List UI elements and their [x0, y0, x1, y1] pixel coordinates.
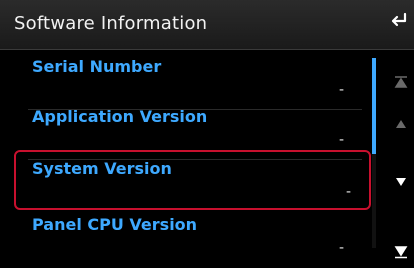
- item-label: System Version: [32, 159, 172, 178]
- list-item-system-version[interactable]: System Version -: [14, 150, 371, 210]
- scroll-bottom-button[interactable]: [390, 244, 412, 266]
- back-button[interactable]: [386, 10, 412, 36]
- scrollbar: [372, 50, 414, 259]
- list-item-panel-cpu-version[interactable]: Panel CPU Version -: [18, 208, 362, 268]
- scroll-up-icon: [394, 119, 408, 135]
- software-info-list: Serial Number - Application Version - Sy…: [0, 50, 372, 256]
- scroll-thumb[interactable]: [372, 58, 376, 154]
- scroll-down-button[interactable]: [390, 174, 412, 196]
- scroll-top-button[interactable]: [390, 74, 412, 96]
- back-arrow-icon: [389, 11, 409, 36]
- scroll-down-icon: [394, 177, 408, 193]
- item-value: -: [345, 184, 351, 200]
- item-label: Serial Number: [32, 57, 162, 76]
- header-bar: Software Information: [0, 0, 414, 50]
- item-label: Application Version: [32, 107, 208, 126]
- scroll-bottom-icon: [394, 246, 408, 263]
- item-value: -: [338, 132, 344, 148]
- item-label: Panel CPU Version: [32, 215, 198, 234]
- item-value: -: [338, 240, 344, 256]
- item-value: -: [338, 82, 344, 98]
- scroll-up-button[interactable]: [390, 116, 412, 138]
- page-title: Software Information: [14, 13, 208, 34]
- scroll-top-icon: [394, 76, 408, 93]
